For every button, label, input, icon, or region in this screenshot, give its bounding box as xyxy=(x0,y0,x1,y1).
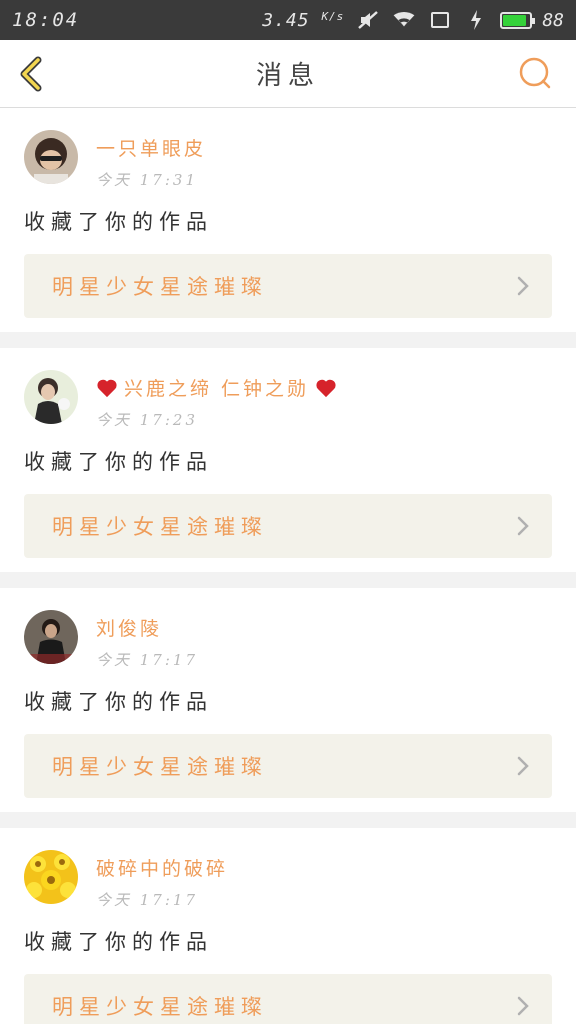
user-name[interactable]: 刘俊陵 xyxy=(96,614,198,641)
battery-icon xyxy=(500,11,536,29)
back-button[interactable] xyxy=(14,54,54,94)
work-link[interactable]: 明星少女星途璀璨 xyxy=(24,734,552,798)
network-speed-value: 3.45 xyxy=(262,9,310,31)
network-speed-unit: K/s xyxy=(321,9,345,23)
chevron-right-icon xyxy=(517,756,529,776)
back-chevron-icon xyxy=(20,56,42,92)
work-title: 明星少女星途璀璨 xyxy=(52,995,268,1019)
chevron-right-icon xyxy=(517,516,529,536)
avatar[interactable] xyxy=(24,610,78,664)
status-time: 18:04 xyxy=(12,9,80,31)
user-meta: 破碎中的破碎 今天 17:17 xyxy=(96,850,228,910)
search-button[interactable] xyxy=(516,54,556,94)
page-title: 消息 xyxy=(255,61,320,91)
user-row: 破碎中的破碎 今天 17:17 xyxy=(24,850,552,910)
message-time: 今天 17:23 xyxy=(96,411,198,429)
action-text: 收藏了你的作品 xyxy=(24,690,213,714)
user-name-text: 破碎中的破碎 xyxy=(96,858,229,880)
action-text: 收藏了你的作品 xyxy=(24,450,213,474)
message-card: 一只单眼皮 今天 17:31 收藏了你的作品 明星少女星途璀璨 xyxy=(0,108,576,332)
user-row: 兴鹿之缔 仁钟之勋 今天 17:23 xyxy=(24,370,552,430)
message-card: 兴鹿之缔 仁钟之勋 今天 17:23 收藏了你的作品 明星少女星途璀璨 xyxy=(0,348,576,572)
avatar[interactable] xyxy=(24,850,78,904)
work-link[interactable]: 明星少女星途璀璨 xyxy=(24,974,552,1024)
mute-icon xyxy=(356,10,380,30)
chevron-right-icon xyxy=(517,276,529,296)
network-speed: 3.45 K/s xyxy=(262,10,344,31)
message-card: 破碎中的破碎 今天 17:17 收藏了你的作品 明星少女星途璀璨 xyxy=(0,828,576,1024)
user-meta: 一只单眼皮 今天 17:31 xyxy=(96,130,206,190)
heart-icon xyxy=(97,379,117,397)
status-right-group: 3.45 K/s 88 xyxy=(262,10,564,31)
work-link[interactable]: 明星少女星途璀璨 xyxy=(24,494,552,558)
chevron-right-icon xyxy=(517,996,529,1016)
app-header: 消息 xyxy=(0,40,576,108)
message-list: 一只单眼皮 今天 17:31 收藏了你的作品 明星少女星途璀璨 兴鹿之缔 仁钟之… xyxy=(0,108,576,1024)
user-row: 一只单眼皮 今天 17:31 xyxy=(24,130,552,190)
battery-indicator: 88 xyxy=(500,10,564,31)
work-title: 明星少女星途璀璨 xyxy=(52,755,268,779)
work-title: 明星少女星途璀璨 xyxy=(52,515,268,539)
sim-icon xyxy=(428,10,452,30)
charging-icon xyxy=(464,10,488,30)
user-name-text: 刘俊陵 xyxy=(96,618,163,640)
user-name[interactable]: 兴鹿之缔 仁钟之勋 xyxy=(96,374,337,401)
message-card: 刘俊陵 今天 17:17 收藏了你的作品 明星少女星途璀璨 xyxy=(0,588,576,812)
avatar[interactable] xyxy=(24,370,78,424)
avatar[interactable] xyxy=(24,130,78,184)
user-meta: 刘俊陵 今天 17:17 xyxy=(96,610,198,670)
heart-icon xyxy=(316,379,336,397)
user-name-text: 一只单眼皮 xyxy=(96,138,207,160)
message-time: 今天 17:17 xyxy=(96,651,198,669)
search-icon xyxy=(519,57,551,89)
user-name[interactable]: 破碎中的破碎 xyxy=(96,854,228,881)
user-name[interactable]: 一只单眼皮 xyxy=(96,134,206,161)
status-bar: 18:04 3.45 K/s 88 xyxy=(0,0,576,40)
work-link[interactable]: 明星少女星途璀璨 xyxy=(24,254,552,318)
battery-level-fill xyxy=(503,14,527,26)
user-name-text: 兴鹿之缔 仁钟之勋 xyxy=(124,378,310,400)
action-text: 收藏了你的作品 xyxy=(24,930,213,954)
message-time: 今天 17:17 xyxy=(96,891,198,909)
message-time: 今天 17:31 xyxy=(96,171,198,189)
work-title: 明星少女星途璀璨 xyxy=(52,275,268,299)
wifi-icon xyxy=(392,10,416,30)
user-meta: 兴鹿之缔 仁钟之勋 今天 17:23 xyxy=(96,370,337,430)
battery-cap xyxy=(532,17,536,24)
action-text: 收藏了你的作品 xyxy=(24,210,213,234)
user-row: 刘俊陵 今天 17:17 xyxy=(24,610,552,670)
battery-percent: 88 xyxy=(542,9,564,31)
